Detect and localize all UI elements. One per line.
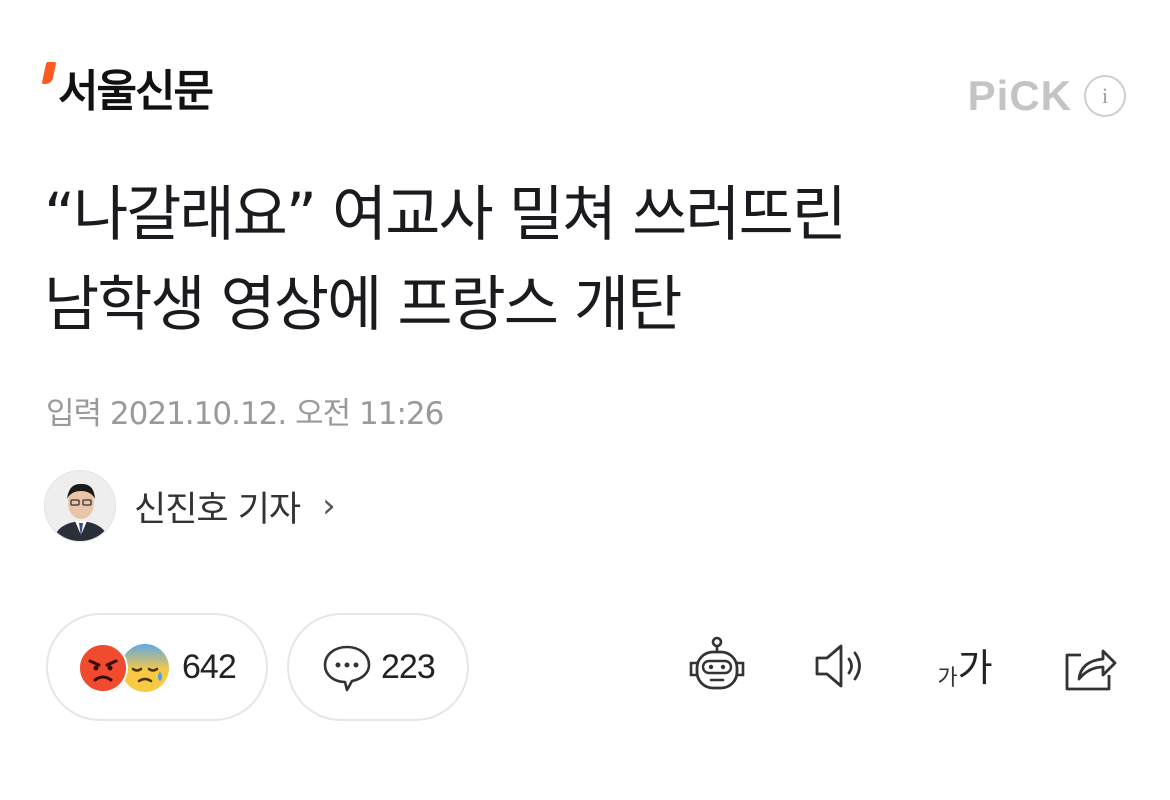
author-link[interactable]: 신진호 기자 › [44,468,336,544]
comment-count: 223 [381,647,436,686]
comment-button[interactable]: 223 [287,613,469,721]
published-date: 입력 2021.10.12. 오전 11:26 [46,388,444,433]
reaction-button[interactable]: 642 [46,613,268,721]
headline-line-2: 남학생 영상에 프랑스 개탄 [44,270,682,340]
pick-label: PiCK [967,72,1072,119]
pick-badge: PiCK i [968,72,1126,120]
robot-icon [689,636,745,690]
angry-face-icon [78,643,128,693]
date-value: 2021.10.12. 오전 11:26 [109,396,444,432]
info-glyph: i [1101,83,1109,108]
author-avatar [44,470,116,542]
summary-bot-button[interactable] [682,628,752,704]
reaction-emojis [78,639,174,695]
author-name: 신진호 기자 [134,489,301,530]
article-headline: “나갈래요” 여교사 밀쳐 쓰러뜨린 남학생 영상에 프랑스 개탄 [44,170,1134,350]
font-size-icon[interactable]: 가가 [930,628,1000,704]
font-size-large-glyph: 가 [957,646,993,690]
press-name: 서울신문 [58,66,214,117]
article-header: 서울신문 PiCK i [41,60,1126,130]
share-icon [1065,649,1117,691]
comment-bubble-icon [323,645,371,692]
date-label: 입력 [46,396,102,432]
share-button[interactable] [1058,628,1122,704]
reaction-count: 642 [182,647,237,686]
speaker-icon [815,644,861,688]
logo-accent-mark [41,62,57,84]
article-toolbar: 가가 [680,628,1120,708]
listen-button[interactable] [808,628,872,704]
chevron-right-icon: › [322,486,336,526]
press-logo[interactable]: 서울신문 [41,60,214,124]
font-size-small-glyph: 가 [937,666,958,691]
info-icon[interactable]: i [1084,75,1126,117]
headline-line-1: “나갈래요” 여교사 밀쳐 쓰러뜨린 [44,180,847,250]
